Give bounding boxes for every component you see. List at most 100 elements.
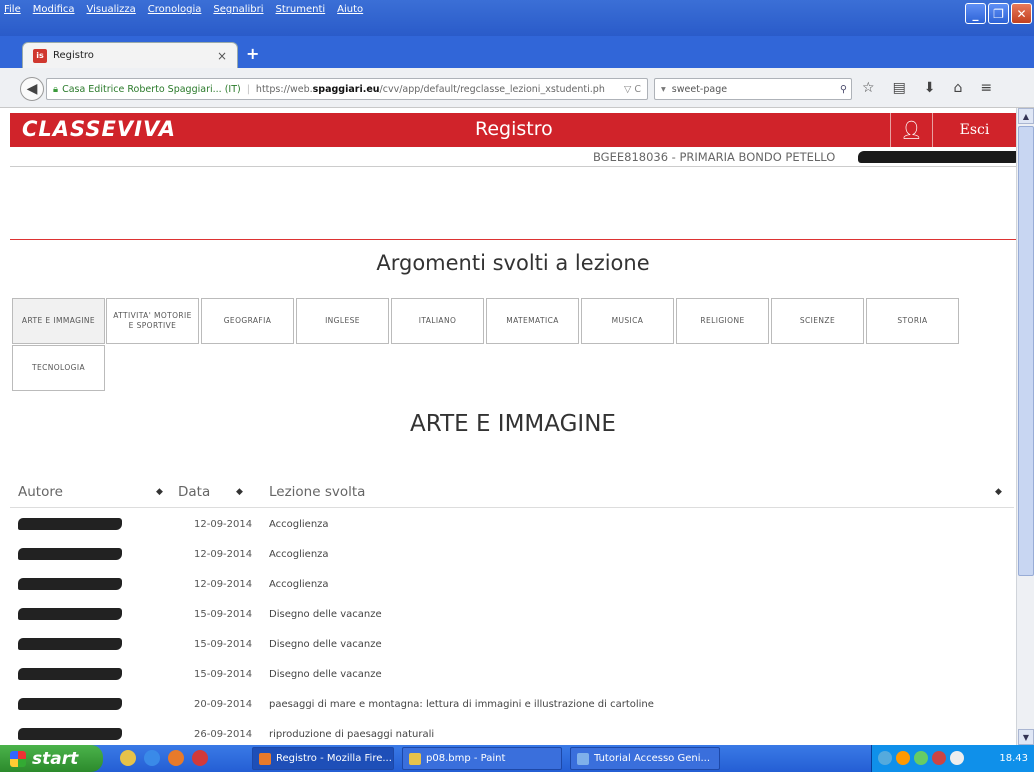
subject-tab-musica[interactable]: MUSICA xyxy=(581,298,674,344)
row-date: 12-09-2014 xyxy=(194,519,253,530)
table-row: 12-09-2014 Accoglienza xyxy=(10,540,1014,570)
logout-button[interactable]: Esci xyxy=(932,113,1016,147)
menu-segnalibri[interactable]: Segnalibri xyxy=(213,4,263,15)
new-tab-button[interactable]: + xyxy=(246,44,259,63)
subject-tab-tecnologia[interactable]: TECNOLOGIA xyxy=(12,345,105,391)
paint-icon xyxy=(409,752,421,765)
download-icon[interactable]: ⬇ xyxy=(924,80,936,96)
tray-network-icon[interactable] xyxy=(914,751,928,765)
subject-heading: ARTE E IMMAGINE xyxy=(410,411,616,437)
row-lesson: Disegno delle vacanze xyxy=(269,609,382,620)
vertical-scrollbar[interactable]: ▲ ▼ xyxy=(1016,108,1034,745)
opera-icon[interactable] xyxy=(192,750,208,766)
tab-close-icon[interactable]: × xyxy=(217,49,227,63)
sort-lezione-icon[interactable]: ◆ xyxy=(995,487,1002,497)
user-icon[interactable]: 👤︎ xyxy=(890,113,932,147)
lock-icon: 🔒︎ xyxy=(53,83,59,95)
menu-strumenti[interactable]: Strumenti xyxy=(276,4,326,15)
tray-icons xyxy=(878,751,964,765)
menu-visualizza[interactable]: Visualizza xyxy=(87,4,136,15)
reload-icon[interactable]: ▽ C xyxy=(624,84,641,95)
subject-tab-religione[interactable]: RELIGIONE xyxy=(676,298,769,344)
taskbar-item-label: Tutorial Accesso Geni... xyxy=(594,753,711,764)
sort-data-icon[interactable]: ◆ xyxy=(236,487,243,497)
tab-registro[interactable]: is Registro × xyxy=(22,42,238,68)
firefox-icon[interactable] xyxy=(168,750,184,766)
redacted-author xyxy=(18,638,122,650)
row-date: 15-09-2014 xyxy=(194,669,253,680)
subject-tab-storia[interactable]: STORIA xyxy=(866,298,959,344)
reading-list-icon[interactable]: ▤ xyxy=(893,80,906,96)
subject-tab-matematica[interactable]: MATEMATICA xyxy=(486,298,579,344)
row-date: 12-09-2014 xyxy=(194,579,253,590)
sort-autore-icon[interactable]: ◆ xyxy=(156,487,163,497)
redacted-author xyxy=(18,548,122,560)
favicon-icon: is xyxy=(33,48,47,63)
search-text: sweet-page xyxy=(671,83,728,95)
tray-volume-icon[interactable] xyxy=(950,751,964,765)
table-row: 12-09-2014 Accoglienza xyxy=(10,510,1014,540)
taskbar-item-firefox[interactable]: Registro - Mozilla Fire... xyxy=(252,747,394,770)
site-header: CLASSEVIVA Registro 👤︎ Esci xyxy=(10,113,1016,147)
subject-tab-arte[interactable]: ARTE E IMMAGINE xyxy=(12,298,105,344)
row-lesson: Disegno delle vacanze xyxy=(269,669,382,680)
classeviva-logo[interactable]: CLASSEVIVA xyxy=(22,117,176,141)
home-icon[interactable]: ⌂ xyxy=(954,80,963,96)
scroll-up-icon[interactable]: ▲ xyxy=(1018,108,1034,124)
ie-icon[interactable] xyxy=(144,750,160,766)
search-icon[interactable]: ⚲ xyxy=(840,84,847,95)
column-data[interactable]: Data xyxy=(178,484,210,500)
desktop-icon[interactable] xyxy=(120,750,136,766)
search-engine-icon[interactable]: ▾ xyxy=(661,84,666,95)
subject-tab-scienze[interactable]: SCIENZE xyxy=(771,298,864,344)
column-autore[interactable]: Autore xyxy=(18,484,63,500)
system-tray: 18.43 xyxy=(871,745,1034,772)
minimize-button[interactable]: _ xyxy=(965,3,986,24)
subject-tab-motorie[interactable]: ATTIVITA' MOTORIE E SPORTIVE xyxy=(106,298,199,344)
windows-flag-icon xyxy=(10,750,26,767)
url-bar[interactable]: 🔒︎ Casa Editrice Roberto Spaggiari... (I… xyxy=(46,78,648,100)
bookmark-star-icon[interactable]: ☆ xyxy=(862,80,875,96)
back-button[interactable]: ◀ xyxy=(20,77,44,101)
menu-cronologia[interactable]: Cronologia xyxy=(148,4,202,15)
menu-file[interactable]: File xyxy=(4,4,21,15)
navigation-bar: ◀ 🔒︎ Casa Editrice Roberto Spaggiari... … xyxy=(0,68,1034,108)
site-identity[interactable]: Casa Editrice Roberto Spaggiari... (IT) xyxy=(62,84,241,95)
menu-bar: File Modifica Visualizza Cronologia Segn… xyxy=(0,0,1034,36)
start-button[interactable]: start xyxy=(0,745,103,772)
url-separator: | xyxy=(246,83,250,95)
taskbar-item-paint[interactable]: p08.bmp - Paint xyxy=(402,747,562,770)
menu-modifica[interactable]: Modifica xyxy=(33,4,75,15)
row-date: 26-09-2014 xyxy=(194,729,253,740)
firefox-icon xyxy=(259,752,271,765)
start-label: start xyxy=(32,748,79,769)
table-row: 15-09-2014 Disegno delle vacanze xyxy=(10,660,1014,690)
document-icon xyxy=(577,752,589,765)
tray-app-icon[interactable] xyxy=(896,751,910,765)
row-date: 15-09-2014 xyxy=(194,639,253,650)
tray-security-icon[interactable] xyxy=(932,751,946,765)
table-header: Autore ◆ Data ◆ Lezione svolta ◆ xyxy=(10,478,1014,508)
tray-arrow-icon[interactable] xyxy=(878,751,892,765)
row-lesson: Accoglienza xyxy=(269,519,329,530)
redacted-author xyxy=(18,608,122,620)
search-bar[interactable]: ▾ sweet-page ⚲ xyxy=(654,78,852,100)
school-name: BGEE818036 - PRIMARIA BONDO PETELLO xyxy=(593,150,836,164)
taskbar-item-tutorial[interactable]: Tutorial Accesso Geni... xyxy=(570,747,720,770)
scroll-thumb[interactable] xyxy=(1018,126,1034,576)
redacted-author xyxy=(18,728,122,740)
maximize-button[interactable]: ❐ xyxy=(988,3,1009,24)
subject-tab-italiano[interactable]: ITALIANO xyxy=(391,298,484,344)
table-row: 20-09-2014 paesaggi di mare e montagna: … xyxy=(10,690,1014,720)
subject-tab-geografia[interactable]: GEOGRAFIA xyxy=(201,298,294,344)
column-lezione[interactable]: Lezione svolta xyxy=(269,484,365,500)
menu-aiuto[interactable]: Aiuto xyxy=(337,4,363,15)
scroll-down-icon[interactable]: ▼ xyxy=(1018,729,1034,745)
red-divider xyxy=(10,239,1016,240)
toolbar-icons: ☆ ▤ ⬇ ⌂ ≡ xyxy=(862,80,992,96)
close-window-button[interactable]: ✕ xyxy=(1011,3,1032,24)
redacted-author xyxy=(18,518,122,530)
menu-icon[interactable]: ≡ xyxy=(980,80,992,96)
subject-tab-inglese[interactable]: INGLESE xyxy=(296,298,389,344)
site-title: Registro xyxy=(475,118,553,140)
